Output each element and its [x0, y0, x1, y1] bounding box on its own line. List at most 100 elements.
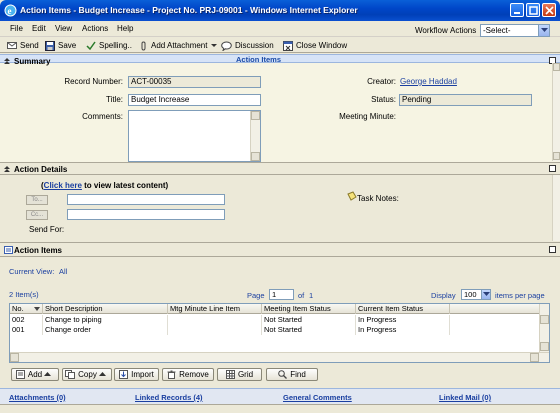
table-cell: In Progress	[356, 325, 450, 335]
record-number-label: Record Number:	[64, 77, 123, 86]
note-icon	[347, 191, 357, 201]
grid-vertical-scrollbar[interactable]	[539, 304, 549, 352]
display-label: Display	[431, 291, 456, 300]
summary-scrollbar[interactable]	[552, 63, 560, 161]
linked-records-link[interactable]: Linked Records (4)	[135, 393, 203, 402]
copy-button[interactable]: Copy	[62, 368, 112, 381]
comments-scrollbar[interactable]	[250, 111, 260, 161]
table-cell	[168, 325, 262, 335]
display-count-select[interactable]: 100	[461, 289, 491, 300]
latest-content-notice: (Click here to view latest content)	[41, 181, 168, 190]
send-label: Send	[20, 41, 39, 50]
scroll-down-icon[interactable]	[540, 342, 549, 351]
status-field: Pending	[399, 94, 532, 106]
scroll-up-icon[interactable]	[251, 111, 260, 120]
scroll-left-icon[interactable]	[10, 353, 19, 362]
chevron-up-icon	[98, 372, 106, 376]
spelling-label: Spelling..	[99, 41, 132, 50]
scroll-down-icon[interactable]	[553, 152, 560, 160]
table-cell: Change order	[43, 325, 168, 335]
page-number-input[interactable]: 1	[269, 289, 294, 300]
window-title-bar[interactable]: e Action Items - Budget Increase - Proje…	[0, 0, 560, 21]
grid-button[interactable]: Grid	[217, 368, 262, 381]
menu-view[interactable]: View	[55, 24, 72, 33]
section-toggle-box[interactable]	[549, 165, 556, 172]
add-button[interactable]: Add	[11, 368, 59, 381]
column-header-meeting-item-status[interactable]: Meeting Item Status	[262, 304, 356, 314]
cc-button[interactable]: Cc...	[26, 210, 48, 220]
title-field[interactable]: Budget Increase	[128, 94, 261, 106]
summary-heading: Summary	[14, 57, 51, 66]
discussion-label: Discussion	[235, 41, 274, 50]
scroll-up-icon[interactable]	[553, 63, 560, 71]
column-header-mtg-minute-line-item[interactable]: Mtg Minute Line Item	[168, 304, 262, 314]
summary-section: Summary Record Number: ACT-00035 Title: …	[0, 57, 560, 163]
title-label: Title:	[105, 95, 123, 104]
section-toggle-box[interactable]	[549, 246, 556, 253]
menu-help[interactable]: Help	[117, 24, 133, 33]
comments-textarea[interactable]	[128, 110, 261, 162]
find-label: Find	[290, 370, 306, 379]
click-here-link[interactable]: Click here	[44, 181, 82, 190]
spelling-button[interactable]: Spelling..	[86, 39, 132, 52]
workflow-label: Workflow	[415, 26, 448, 35]
close-window-button[interactable]: Close Window	[283, 39, 347, 52]
action-details-header[interactable]: Action Details	[0, 164, 560, 174]
general-comments-link[interactable]: General Comments	[283, 393, 352, 402]
column-header-current-item-status[interactable]: Current Item Status	[356, 304, 450, 314]
to-field[interactable]	[67, 194, 225, 205]
minimize-icon	[514, 12, 520, 14]
scroll-down-icon[interactable]	[251, 152, 260, 161]
of-label: of	[298, 291, 305, 300]
items-per-page-label: items per page	[495, 291, 545, 300]
save-button[interactable]: Save	[45, 39, 76, 52]
current-view-value[interactable]: All	[59, 267, 67, 276]
scroll-right-icon[interactable]	[530, 353, 539, 362]
action-details-heading: Action Details	[14, 165, 68, 174]
dropdown-arrow-icon[interactable]	[481, 290, 490, 299]
creator-link[interactable]: George Haddad	[400, 77, 457, 86]
status-label: Status:	[371, 95, 396, 104]
send-button[interactable]: Send	[7, 39, 39, 52]
add-attachment-button[interactable]: Add Attachment	[140, 39, 222, 52]
minimize-button[interactable]	[510, 3, 524, 17]
spelling-icon	[86, 41, 96, 50]
action-items-header[interactable]: Action Items	[0, 245, 560, 255]
menu-file[interactable]: File	[10, 24, 23, 33]
find-button[interactable]: Find	[266, 368, 318, 381]
table-cell: Not Started	[262, 325, 356, 335]
table-cell: 002	[10, 315, 43, 325]
list-icon	[4, 246, 13, 254]
attachments-link[interactable]: Attachments (0)	[9, 393, 66, 402]
close-button[interactable]	[542, 3, 556, 17]
discussion-button[interactable]: Discussion	[221, 39, 274, 52]
column-header-no[interactable]: No.	[10, 304, 43, 314]
collapse-arrow-icon[interactable]	[4, 57, 12, 65]
column-header-short-description[interactable]: Short Description	[43, 304, 168, 314]
maximize-button[interactable]	[526, 3, 540, 17]
summary-header[interactable]: Summary	[0, 56, 560, 66]
linked-mail-link[interactable]: Linked Mail (0)	[439, 393, 491, 402]
record-number-field: ACT-00035	[128, 76, 261, 88]
collapse-arrow-icon[interactable]	[4, 165, 12, 173]
details-scrollbar[interactable]	[552, 175, 560, 241]
menu-edit[interactable]: Edit	[32, 24, 46, 33]
remove-button[interactable]: Remove	[162, 368, 214, 381]
save-label: Save	[58, 41, 77, 50]
window-title: Action Items - Budget Increase - Project…	[20, 5, 358, 15]
table-row[interactable]: 002 Change to piping Not Started In Prog…	[10, 315, 450, 325]
to-button[interactable]: To...	[26, 195, 48, 205]
dropdown-arrow-icon[interactable]	[538, 25, 549, 36]
import-button[interactable]: Import	[114, 368, 159, 381]
column-header-label: No.	[12, 304, 24, 313]
cc-field[interactable]	[67, 209, 225, 220]
page-total: 1	[309, 291, 314, 300]
action-items-grid: No. Short Description Mtg Minute Line It…	[9, 303, 550, 363]
table-row[interactable]: 001 Change order Not Started In Progress	[10, 325, 450, 335]
svg-text:e: e	[8, 6, 12, 16]
grid-horizontal-scrollbar[interactable]	[10, 352, 549, 362]
workflow-actions-select[interactable]: -Select-	[480, 24, 550, 37]
scroll-up-icon[interactable]	[540, 315, 549, 324]
toolbar: Send Save Spelling.. Add Attachment Disc…	[0, 38, 560, 53]
menu-actions[interactable]: Actions	[82, 24, 108, 33]
